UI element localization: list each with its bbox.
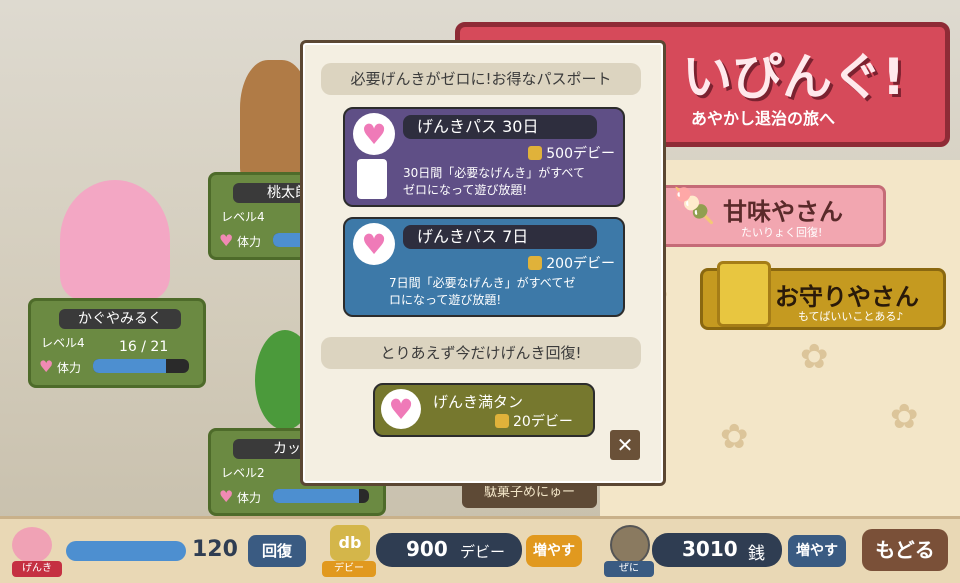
- heart-icon: ♥: [353, 113, 395, 155]
- pass-title: げんきパス 30日: [403, 115, 597, 139]
- add-debi-button[interactable]: 増やす: [526, 535, 582, 567]
- price-text: 20デビー: [513, 414, 573, 430]
- recover-price: 20デビー: [495, 411, 573, 431]
- sweets-shop-sub: たいりょく回復!: [741, 226, 823, 239]
- zeni-display: 3010 銭: [652, 533, 782, 567]
- heart-icon: ♥: [219, 231, 234, 250]
- sweets-shop-button[interactable]: 🍡 甘味やさん たいりょく回復!: [650, 185, 886, 247]
- dialog-header: 必要げんきがゼロに!お得なパスポート: [321, 63, 641, 95]
- omamori-shop-button[interactable]: お守りやさん もてばいいことある♪: [700, 261, 946, 330]
- character-level: レベル4: [221, 210, 265, 224]
- debi-display: 900 デビー: [376, 533, 522, 567]
- hp-bar: [273, 489, 369, 503]
- pass-7day-button[interactable]: ♥ げんきパス 7日 200デビー 7日間「必要なげんき」がすべてゼ ロになって…: [343, 217, 625, 317]
- plum-flower-icon: ✿: [720, 417, 749, 457]
- pass-description: 30日間「必要なげんき」がすべて ゼロになって遊び放題!: [403, 166, 585, 197]
- zeni-value: 3010: [682, 537, 738, 561]
- recover-title: げんき満タン: [433, 393, 524, 411]
- genki-bar-fill: [66, 541, 186, 561]
- pass-title: げんきパス 7日: [403, 225, 597, 249]
- genki-value: 120: [192, 537, 238, 562]
- bottom-status-bar: げんき 120 回復 db デビー 900 デビー 増やす ぜに 3010 銭 …: [0, 516, 960, 583]
- genki-label: げんき: [12, 561, 62, 577]
- pass-30day-button[interactable]: ♥ げんきパス 30日 500デビー 30日間「必要なげんき」がすべて ゼロにな…: [343, 107, 625, 207]
- close-button[interactable]: ✕: [610, 430, 640, 460]
- banner-subtitle: あやかし退治の旅へ: [690, 109, 835, 128]
- hp-bar-fill: [273, 489, 360, 503]
- genki-heart-icon: [12, 527, 52, 563]
- hp-label: 体力: [237, 235, 262, 249]
- add-zeni-button[interactable]: 増やす: [788, 535, 846, 567]
- hp-text: 16 / 21: [119, 339, 169, 355]
- character-name: かぐやみるく: [59, 309, 181, 329]
- recover-header: とりあえず今だけげんき回復!: [321, 337, 641, 369]
- zeni-label: ぜに: [604, 561, 654, 577]
- back-button[interactable]: もどる: [862, 529, 948, 571]
- zeni-unit: 銭: [748, 544, 765, 564]
- coin-icon: [495, 414, 509, 428]
- omamori-shop-label: お守りやさん: [775, 283, 919, 311]
- full-recover-button[interactable]: ♥ げんき満タン 20デビー: [373, 383, 595, 437]
- recover-button[interactable]: 回復: [248, 535, 306, 567]
- character-level: レベル2: [221, 466, 265, 480]
- hp-label: 体力: [57, 361, 82, 375]
- zeni-coin-icon: [610, 525, 650, 565]
- genki-pass-dialog: 必要げんきがゼロに!お得なパスポート ♥ げんきパス 30日 500デビー 30…: [300, 40, 666, 486]
- heart-icon: ♥: [381, 389, 421, 429]
- sweets-shop-label: 甘味やさん: [723, 198, 843, 226]
- debi-value: 900: [406, 537, 448, 561]
- hp-bar-fill: [93, 359, 166, 373]
- character-card-kaguya[interactable]: かぐやみるく レベル4 16 / 21 ♥ 体力: [28, 298, 206, 388]
- plum-flower-icon: ✿: [890, 397, 919, 437]
- hp-label: 体力: [237, 491, 262, 505]
- heart-icon: ♥: [353, 223, 395, 265]
- pass-description: 7日間「必要なげんき」がすべてゼ ロになって遊び放題!: [389, 276, 576, 307]
- debi-unit: デビー: [460, 543, 506, 561]
- price-text: 200デビー: [546, 256, 615, 272]
- debi-label: デビー: [322, 561, 376, 577]
- genki-bar: [66, 541, 186, 561]
- price-text: 500デビー: [546, 146, 615, 162]
- debi-icon: db: [330, 525, 370, 561]
- plum-flower-icon: ✿: [800, 337, 829, 377]
- banner-title: いぴんぐ!: [682, 48, 905, 106]
- coin-icon: [528, 146, 543, 160]
- hp-bar: [93, 359, 189, 373]
- pass-price: 500デビー: [495, 143, 615, 163]
- mascot-icon: [357, 159, 387, 199]
- omamori-icon: [717, 261, 771, 327]
- sweets-bag-icon: 🍡: [673, 186, 716, 226]
- character-level: レベル4: [41, 336, 85, 350]
- heart-icon: ♥: [219, 487, 234, 506]
- heart-icon: ♥: [39, 357, 54, 376]
- omamori-shop-sub: もてばいいことある♪: [798, 310, 904, 323]
- pass-price: 200デビー: [495, 253, 615, 273]
- rabbit-character[interactable]: [60, 180, 170, 300]
- coin-icon: [528, 256, 543, 270]
